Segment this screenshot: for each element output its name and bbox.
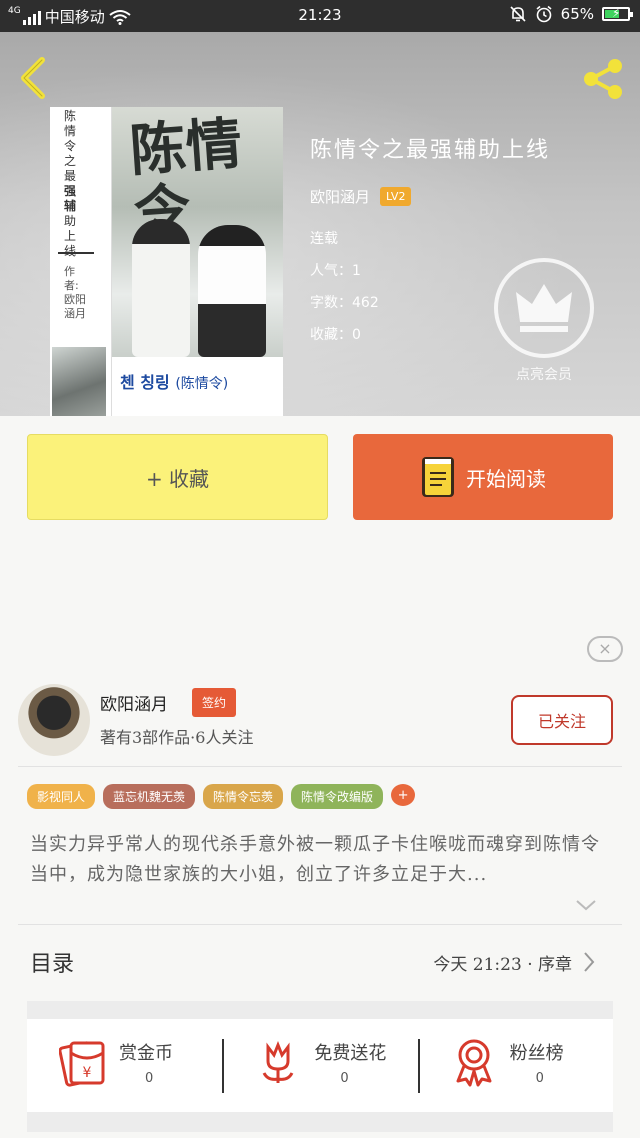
fan-ranking-count: 0 — [535, 1071, 544, 1086]
vip-label: 点亮会员 — [516, 367, 572, 383]
book-status: 连载 — [310, 231, 338, 247]
toc-label: 目录 — [30, 952, 75, 977]
cover-caption-chinese: (陈情令) — [175, 376, 229, 392]
author-card: 欧阳涵月 签约 著有3部作品·6人关注 已关注 — [0, 680, 640, 770]
tag[interactable]: 影视同人 — [27, 784, 96, 809]
crown-icon — [494, 258, 594, 358]
share-button[interactable] — [580, 56, 626, 102]
cover-title-char: 助 — [64, 214, 77, 228]
author-name[interactable]: 欧阳涵月 — [100, 690, 168, 715]
cover-title-char: 情 — [64, 124, 77, 138]
cover-caption-korean: 첸 칭링 — [120, 373, 170, 392]
cover-title-char: 陈 — [64, 109, 77, 123]
avatar[interactable] — [18, 684, 90, 756]
chevron-right-icon — [584, 952, 595, 972]
fan-ranking-label: 粉丝榜 — [509, 1043, 564, 1064]
reward-coins-label: 赏金币 — [119, 1043, 173, 1064]
tag[interactable]: 陈情令忘羡 — [203, 784, 284, 809]
alarm-icon — [536, 5, 552, 23]
signed-badge: 签约 — [192, 688, 237, 717]
cover-thumbnail — [52, 347, 106, 416]
chevron-down-icon[interactable] — [574, 896, 598, 914]
reader-actions: ¥ 赏金币 0 免费送花 0 粉丝榜 0 — [27, 1019, 613, 1112]
send-flowers-button[interactable]: 免费送花 0 — [222, 1019, 417, 1112]
fan-ranking-button[interactable]: 粉丝榜 0 — [417, 1019, 613, 1112]
more-tags-button[interactable]: + — [391, 784, 416, 806]
cover-title-char: 最 — [64, 169, 77, 183]
cover-title-char: 之 — [64, 154, 77, 168]
table-of-contents-row[interactable]: 目录 今天 21:23 · 序章 — [0, 928, 640, 992]
author-stats: 著有3部作品·6人关注 — [100, 728, 254, 747]
synopsis: 当实力异乎常人的现代杀手意外被一颗瓜子卡住喉咙而魂穿到陈情令当中，成为隐世家族的… — [30, 834, 600, 885]
cover-title-strip: 陈情令之最强辅助上线 作者:欧阳涵月 — [50, 107, 112, 416]
cover-vertical-title: 陈情令之最强辅助上线 — [64, 109, 78, 259]
book-author[interactable]: 欧阳涵月 — [310, 186, 370, 207]
author-level-badge: LV2 — [380, 187, 412, 206]
latest-update: 今天 21:23 · 序章 — [433, 955, 572, 975]
cover-title-char: 强 — [64, 184, 77, 198]
cover-title-char: 令 — [64, 139, 77, 153]
send-flowers-label: 免费送花 — [314, 1043, 387, 1064]
cover-title-char: 辅 — [64, 199, 77, 213]
send-flowers-count: 0 — [340, 1071, 349, 1086]
add-to-collection-button[interactable]: + 收藏 — [27, 434, 328, 520]
cover-title-char: 上 — [64, 229, 77, 243]
cover-title-underline — [58, 252, 94, 254]
divider — [18, 766, 622, 767]
section-spacer — [27, 1112, 613, 1132]
svg-text:¥: ¥ — [83, 1065, 92, 1081]
medal-icon — [456, 1039, 492, 1087]
tag[interactable]: 蓝忘机魏无羡 — [103, 784, 196, 809]
cover-artwork: 陈情令 — [112, 107, 283, 357]
cover-figure-right — [198, 225, 266, 357]
reward-coins-count: 0 — [145, 1071, 154, 1086]
book-cover[interactable]: 陈情令之最强辅助上线 作者:欧阳涵月 陈情令 첸 칭링 (陈情令) — [50, 107, 283, 416]
start-reading-button[interactable]: 开始阅读 — [353, 434, 613, 520]
cover-caption: 첸 칭링 (陈情令) — [112, 357, 283, 416]
tag-list: 影视同人 蓝忘机魏无羡 陈情令忘羡 陈情令改编版 + — [27, 784, 416, 809]
tag[interactable]: 陈情令改编版 — [291, 784, 384, 809]
follow-button[interactable]: 已关注 — [511, 695, 613, 745]
battery-icon: ⚡ — [602, 6, 633, 21]
book-author-row: 欧阳涵月 LV2 — [310, 186, 630, 207]
reward-coins-button[interactable]: ¥ 赏金币 0 — [27, 1019, 222, 1112]
cover-vertical-author: 作者:欧阳涵月 — [64, 265, 86, 320]
mute-bell-icon — [510, 6, 526, 22]
status-bar: 4G 中国移动 21:23 65% ⚡ — [0, 0, 640, 32]
vip-button[interactable]: 点亮会员 — [492, 258, 596, 384]
close-icon[interactable]: × — [587, 636, 623, 662]
battery-percent: 65% — [560, 5, 594, 23]
section-spacer — [27, 1001, 613, 1019]
book-icon — [422, 457, 454, 497]
status-right: 65% ⚡ — [509, 5, 633, 23]
book-title: 陈情令之最强辅助上线 — [310, 138, 551, 163]
book-header: 陈情令之最强辅助上线 作者:欧阳涵月 陈情令 첸 칭링 (陈情令) 陈情令之最强… — [0, 32, 640, 416]
flower-icon — [262, 1040, 294, 1083]
start-reading-label: 开始阅读 — [466, 466, 546, 491]
red-envelope-icon: ¥ — [59, 1041, 105, 1087]
back-button[interactable] — [16, 56, 52, 100]
divider — [18, 924, 622, 925]
cover-figure-left — [132, 219, 190, 357]
